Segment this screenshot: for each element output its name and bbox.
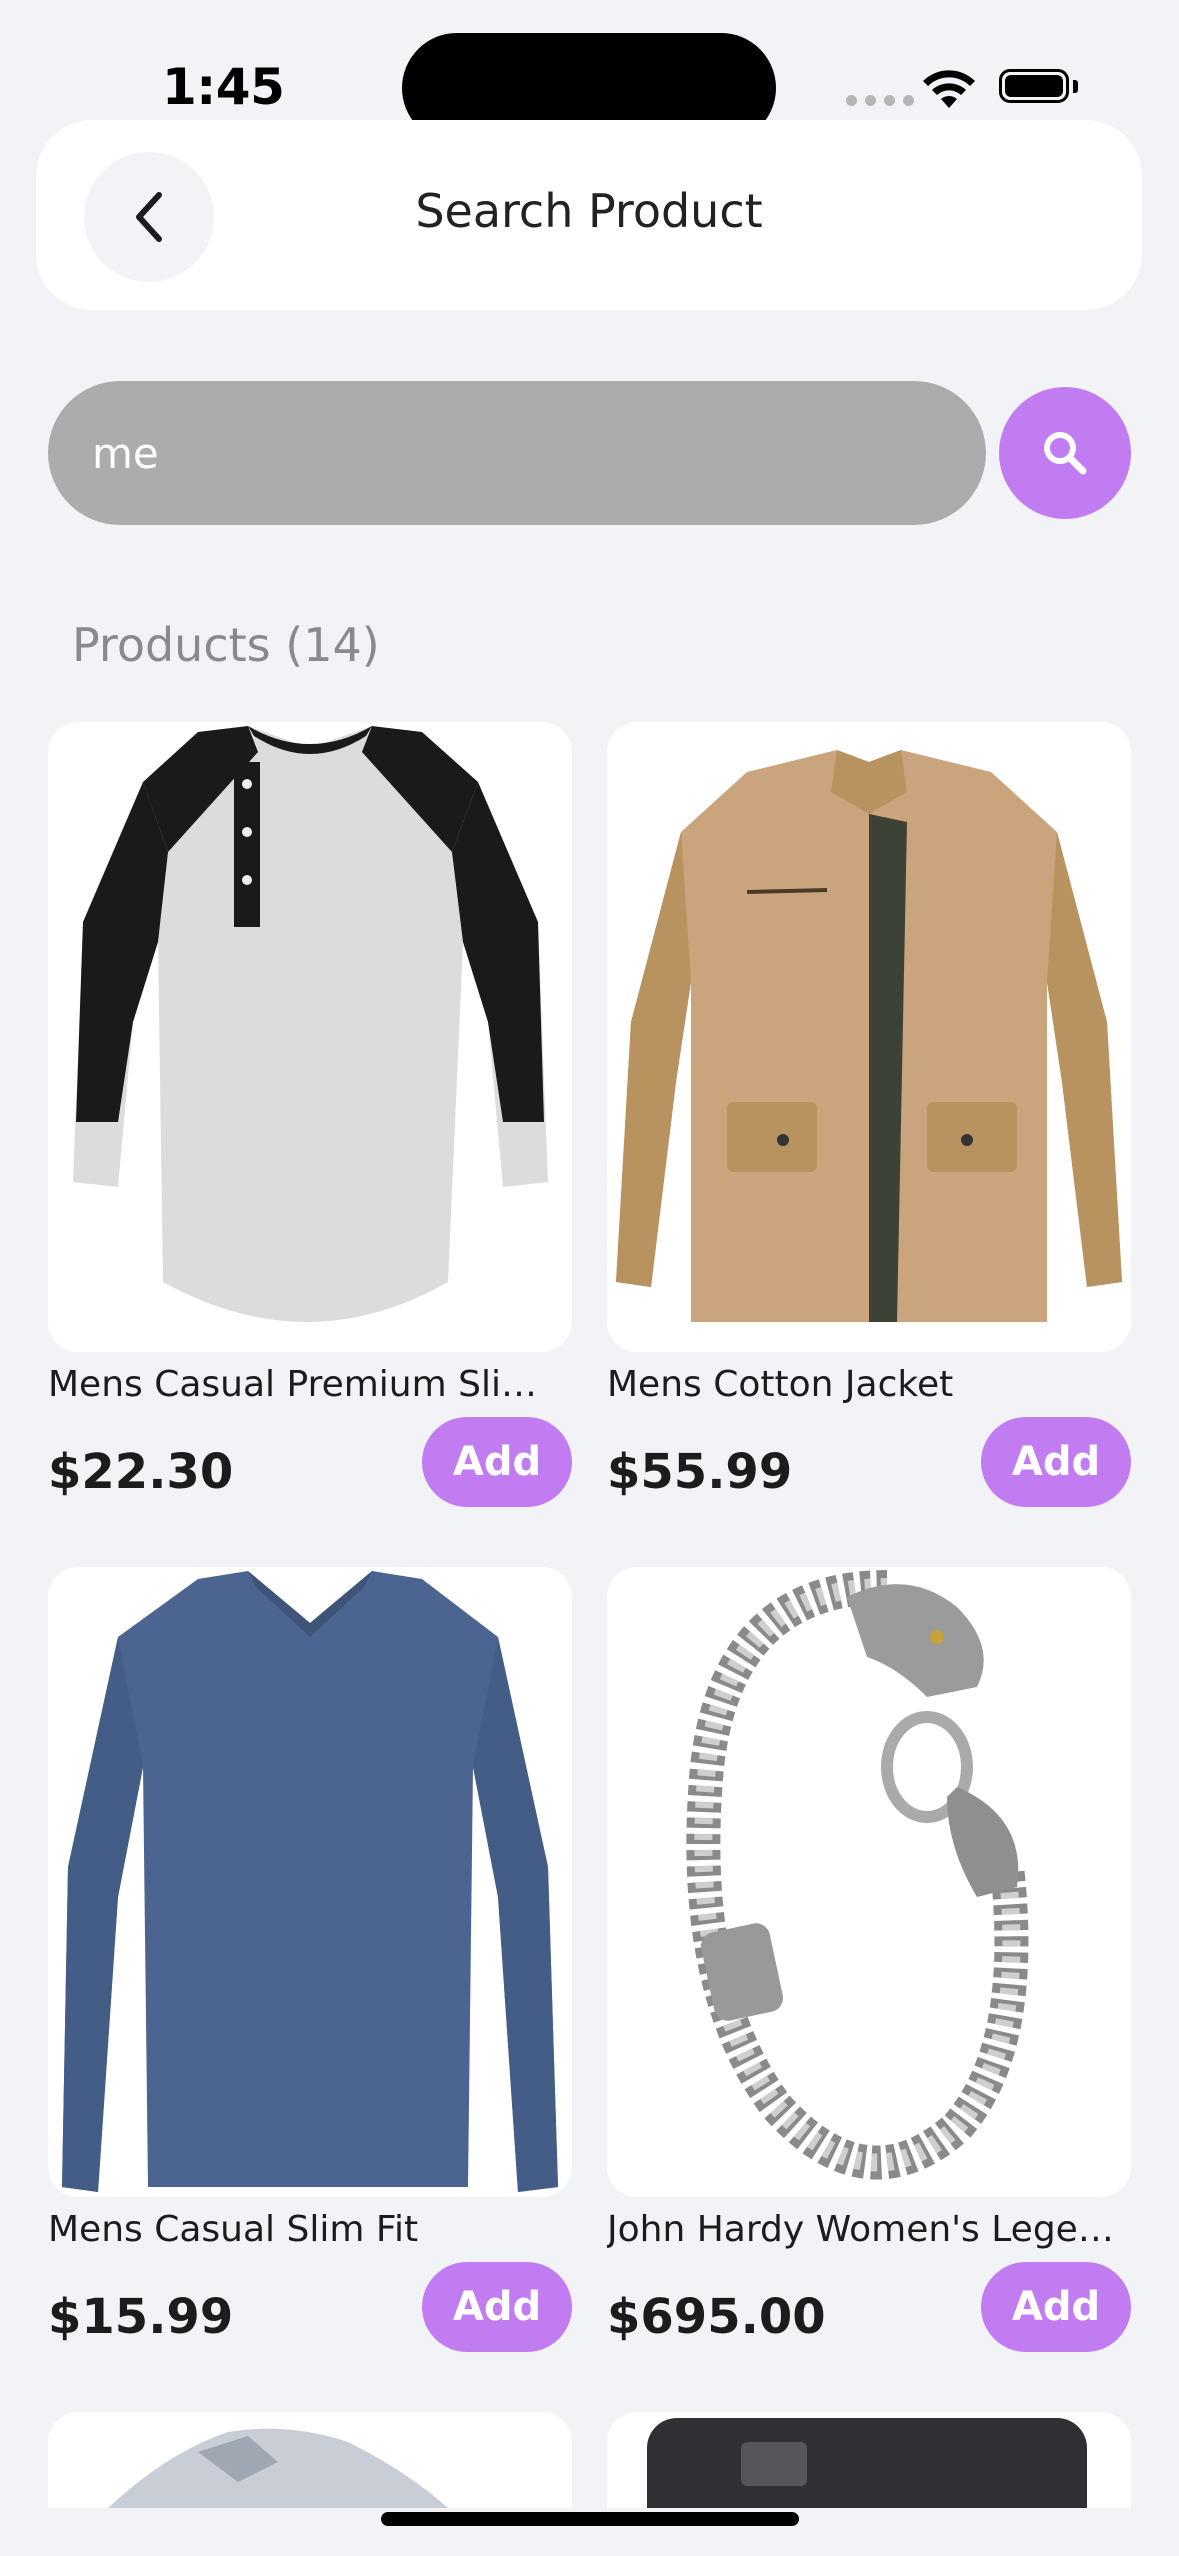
- home-indicator: [381, 2512, 799, 2526]
- add-to-cart-button[interactable]: Add: [422, 1417, 572, 1507]
- product-name[interactable]: Mens Casual Slim Fit: [48, 2205, 572, 2255]
- search-button[interactable]: [999, 387, 1131, 519]
- product-image-dragon-bracelet[interactable]: [607, 1567, 1131, 2197]
- product-price: $55.99: [607, 1444, 793, 1500]
- product-price: $695.00: [607, 2289, 826, 2345]
- search-field[interactable]: [48, 381, 986, 525]
- battery-icon: [999, 69, 1069, 103]
- page-title: Search Product: [415, 184, 763, 238]
- product-name[interactable]: John Hardy Women's Legen...: [607, 2205, 1131, 2255]
- header-bar: Search Product: [36, 120, 1142, 310]
- add-to-cart-button[interactable]: Add: [981, 2262, 1131, 2352]
- product-name[interactable]: Mens Cotton Jacket: [607, 1360, 1131, 1410]
- add-to-cart-button[interactable]: Add: [422, 2262, 572, 2352]
- product-card-partial[interactable]: [48, 2412, 572, 2508]
- search-icon: [1044, 432, 1087, 475]
- product-card[interactable]: Mens Casual Slim Fit $15.99 Add: [48, 1567, 572, 2352]
- cellular-signal-icon: [846, 95, 914, 106]
- product-name[interactable]: Mens Casual Premium Slim ...: [48, 1360, 572, 1410]
- product-image-long-sleeve-tshirt[interactable]: [48, 1567, 572, 2197]
- product-card[interactable]: John Hardy Women's Legen... $695.00 Add: [607, 1567, 1131, 2352]
- products-count-title: Products (14): [72, 618, 380, 672]
- product-image-cotton-jacket[interactable]: [607, 722, 1131, 1352]
- product-price: $15.99: [48, 2289, 234, 2345]
- status-time: 1:45: [162, 58, 285, 116]
- add-to-cart-button[interactable]: Add: [981, 1417, 1131, 1507]
- product-card[interactable]: Mens Casual Premium Slim ... $22.30 Add: [48, 722, 572, 1507]
- search-input[interactable]: [90, 427, 944, 479]
- product-card[interactable]: Mens Cotton Jacket $55.99 Add: [607, 722, 1131, 1507]
- battery-tip: [1073, 80, 1078, 93]
- product-price: $22.30: [48, 1444, 234, 1500]
- product-card-partial[interactable]: [607, 2412, 1131, 2508]
- wifi-icon: [923, 70, 975, 108]
- product-image-henley-shirt[interactable]: [48, 722, 572, 1352]
